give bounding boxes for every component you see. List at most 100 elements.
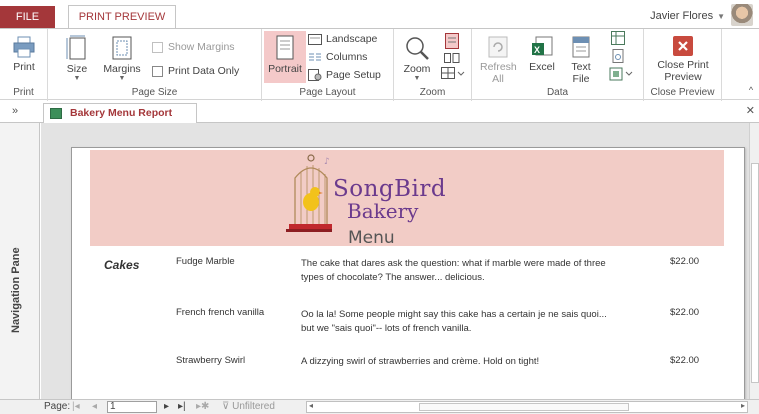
last-page-icon: ▸| bbox=[178, 401, 186, 412]
filter-label: Unfiltered bbox=[232, 401, 275, 412]
item-price: $22.00 bbox=[670, 307, 700, 318]
ribbon: Print Print Size ▼ Margins ▼ Show Margin… bbox=[0, 28, 759, 101]
page-setup-button[interactable]: Page Setup bbox=[308, 69, 381, 81]
printer-icon bbox=[13, 36, 35, 58]
avatar[interactable] bbox=[731, 4, 753, 26]
group-zoom: Zoom ▼ Zoom bbox=[394, 29, 472, 101]
new-record-icon: ▸✱ bbox=[196, 401, 210, 412]
close-preview-label-2: Preview bbox=[664, 71, 702, 83]
size-label: Size bbox=[66, 63, 88, 75]
close-preview-label-1: Close Print bbox=[657, 59, 709, 71]
document-tab[interactable]: Bakery Menu Report bbox=[43, 103, 198, 123]
refresh-all-button[interactable]: Refresh All bbox=[480, 35, 517, 85]
columns-icon bbox=[309, 53, 321, 60]
close-document-button[interactable]: ✕ bbox=[746, 104, 755, 117]
new-record-button[interactable]: ▸✱ bbox=[196, 401, 209, 412]
nav-pane-toggle[interactable]: » bbox=[12, 105, 18, 117]
svg-text:♪: ♪ bbox=[324, 157, 330, 167]
group-page-size: Size ▼ Margins ▼ Show Margins Print Data… bbox=[48, 29, 262, 101]
item-name: Strawberry Swirl bbox=[176, 355, 246, 366]
columns-button[interactable]: Columns bbox=[308, 51, 367, 63]
group-label-print: Print bbox=[13, 87, 34, 98]
report-title: Menu bbox=[348, 228, 395, 248]
chevron-down-icon: ▼ bbox=[118, 75, 126, 82]
group-print: Print Print bbox=[0, 29, 48, 101]
record-navigation-bar: Page: |◂ ◂ 1 ▸ ▸| ▸✱ ⊽ Unfiltered ◂ ▸ bbox=[0, 399, 759, 414]
horizontal-scrollbar[interactable]: ◂ ▸ bbox=[306, 401, 748, 413]
print-data-only-label: Print Data Only bbox=[168, 65, 240, 77]
table-icon bbox=[611, 31, 625, 45]
more-icon bbox=[609, 67, 633, 81]
user-account[interactable]: Javier Flores ▼ bbox=[650, 10, 725, 22]
first-page-icon: |◂ bbox=[72, 401, 80, 412]
birdcage-logo-icon: ♪ bbox=[286, 154, 332, 232]
navigation-pane-label: Navigation Pane bbox=[10, 247, 22, 333]
report-header-banner: ♪ SongBird Bakery Menu bbox=[90, 150, 724, 248]
scroll-right-icon[interactable]: ▸ bbox=[741, 401, 745, 410]
more-pages-button[interactable] bbox=[440, 67, 466, 81]
close-icon bbox=[673, 36, 693, 56]
zoom-label: Zoom bbox=[403, 63, 431, 75]
zoom-button[interactable]: Zoom ▼ bbox=[400, 35, 434, 83]
portrait-label: Portrait bbox=[268, 63, 302, 75]
item-description: Oo la la! Some people might say this cak… bbox=[301, 309, 607, 334]
item-name: French french vanilla bbox=[176, 307, 265, 318]
margins-button[interactable]: Margins ▼ bbox=[100, 35, 144, 83]
filter-indicator[interactable]: ⊽ Unfiltered bbox=[222, 401, 275, 412]
last-page-button[interactable]: ▸| bbox=[178, 401, 186, 412]
next-page-icon: ▸ bbox=[164, 401, 170, 412]
two-pages-icon bbox=[444, 53, 460, 63]
chevron-down-icon: ▼ bbox=[413, 75, 421, 82]
filter-icon: ⊽ bbox=[222, 401, 233, 412]
print-data-only-checkbox[interactable]: Print Data Only bbox=[152, 65, 239, 77]
chevron-down-icon: ▼ bbox=[717, 12, 725, 21]
print-button[interactable]: Print bbox=[6, 35, 42, 73]
svg-text:X: X bbox=[534, 45, 540, 55]
text-label-2: File bbox=[572, 73, 590, 85]
category-label: Cakes bbox=[104, 258, 140, 272]
close-print-preview-button[interactable]: Close Print Preview bbox=[650, 35, 716, 83]
group-label-zoom: Zoom bbox=[419, 87, 446, 98]
portrait-button[interactable]: Portrait bbox=[264, 31, 306, 83]
vertical-scroll-thumb[interactable] bbox=[751, 163, 759, 383]
tab-file[interactable]: FILE bbox=[0, 6, 55, 28]
tab-print-preview[interactable]: PRINT PREVIEW bbox=[68, 5, 176, 29]
chevron-down-icon: ▼ bbox=[73, 75, 81, 82]
horizontal-scroll-thumb[interactable] bbox=[419, 403, 629, 411]
checkbox-icon bbox=[152, 65, 163, 77]
pdf-xps-button[interactable] bbox=[610, 49, 626, 65]
first-page-button[interactable]: |◂ bbox=[72, 401, 80, 412]
page-number-input[interactable]: 1 bbox=[107, 401, 157, 413]
more-export-button[interactable] bbox=[608, 67, 636, 83]
item-price: $22.00 bbox=[670, 355, 700, 366]
export-more-button[interactable] bbox=[610, 31, 626, 47]
navigation-pane[interactable]: Navigation Pane bbox=[0, 123, 40, 399]
text-label-1: Text bbox=[571, 61, 591, 73]
page-setup-icon bbox=[308, 69, 322, 81]
checkbox-icon bbox=[152, 41, 163, 53]
group-close-preview: Close Print Preview Close Preview bbox=[644, 29, 722, 101]
refresh-label-1: Refresh bbox=[480, 61, 517, 73]
print-label: Print bbox=[13, 61, 35, 73]
excel-export-button[interactable]: X Excel bbox=[526, 35, 558, 73]
show-margins-label: Show Margins bbox=[168, 41, 235, 53]
logo-bakery: Bakery bbox=[347, 199, 419, 223]
size-button[interactable]: Size ▼ bbox=[62, 35, 92, 83]
show-margins-checkbox[interactable]: Show Margins bbox=[152, 41, 235, 53]
margins-icon bbox=[112, 36, 132, 60]
text-file-icon bbox=[572, 36, 590, 58]
portrait-icon bbox=[276, 35, 294, 60]
double-chevron-right-icon: » bbox=[12, 105, 19, 117]
landscape-button[interactable]: Landscape bbox=[308, 33, 377, 45]
chevron-up-icon: ^ bbox=[748, 85, 754, 95]
text-file-export-button[interactable]: Text File bbox=[566, 35, 596, 85]
previous-page-button[interactable]: ◂ bbox=[92, 401, 97, 412]
two-pages-button[interactable] bbox=[442, 53, 462, 65]
document-icon bbox=[612, 49, 624, 63]
vertical-scrollbar[interactable] bbox=[749, 123, 759, 399]
group-data: Refresh All X Excel Text File Data bbox=[472, 29, 644, 101]
next-page-button[interactable]: ▸ bbox=[164, 401, 169, 412]
scroll-left-icon[interactable]: ◂ bbox=[309, 401, 313, 410]
collapse-ribbon-button[interactable]: ^ bbox=[746, 85, 756, 95]
one-page-button[interactable] bbox=[442, 33, 462, 49]
